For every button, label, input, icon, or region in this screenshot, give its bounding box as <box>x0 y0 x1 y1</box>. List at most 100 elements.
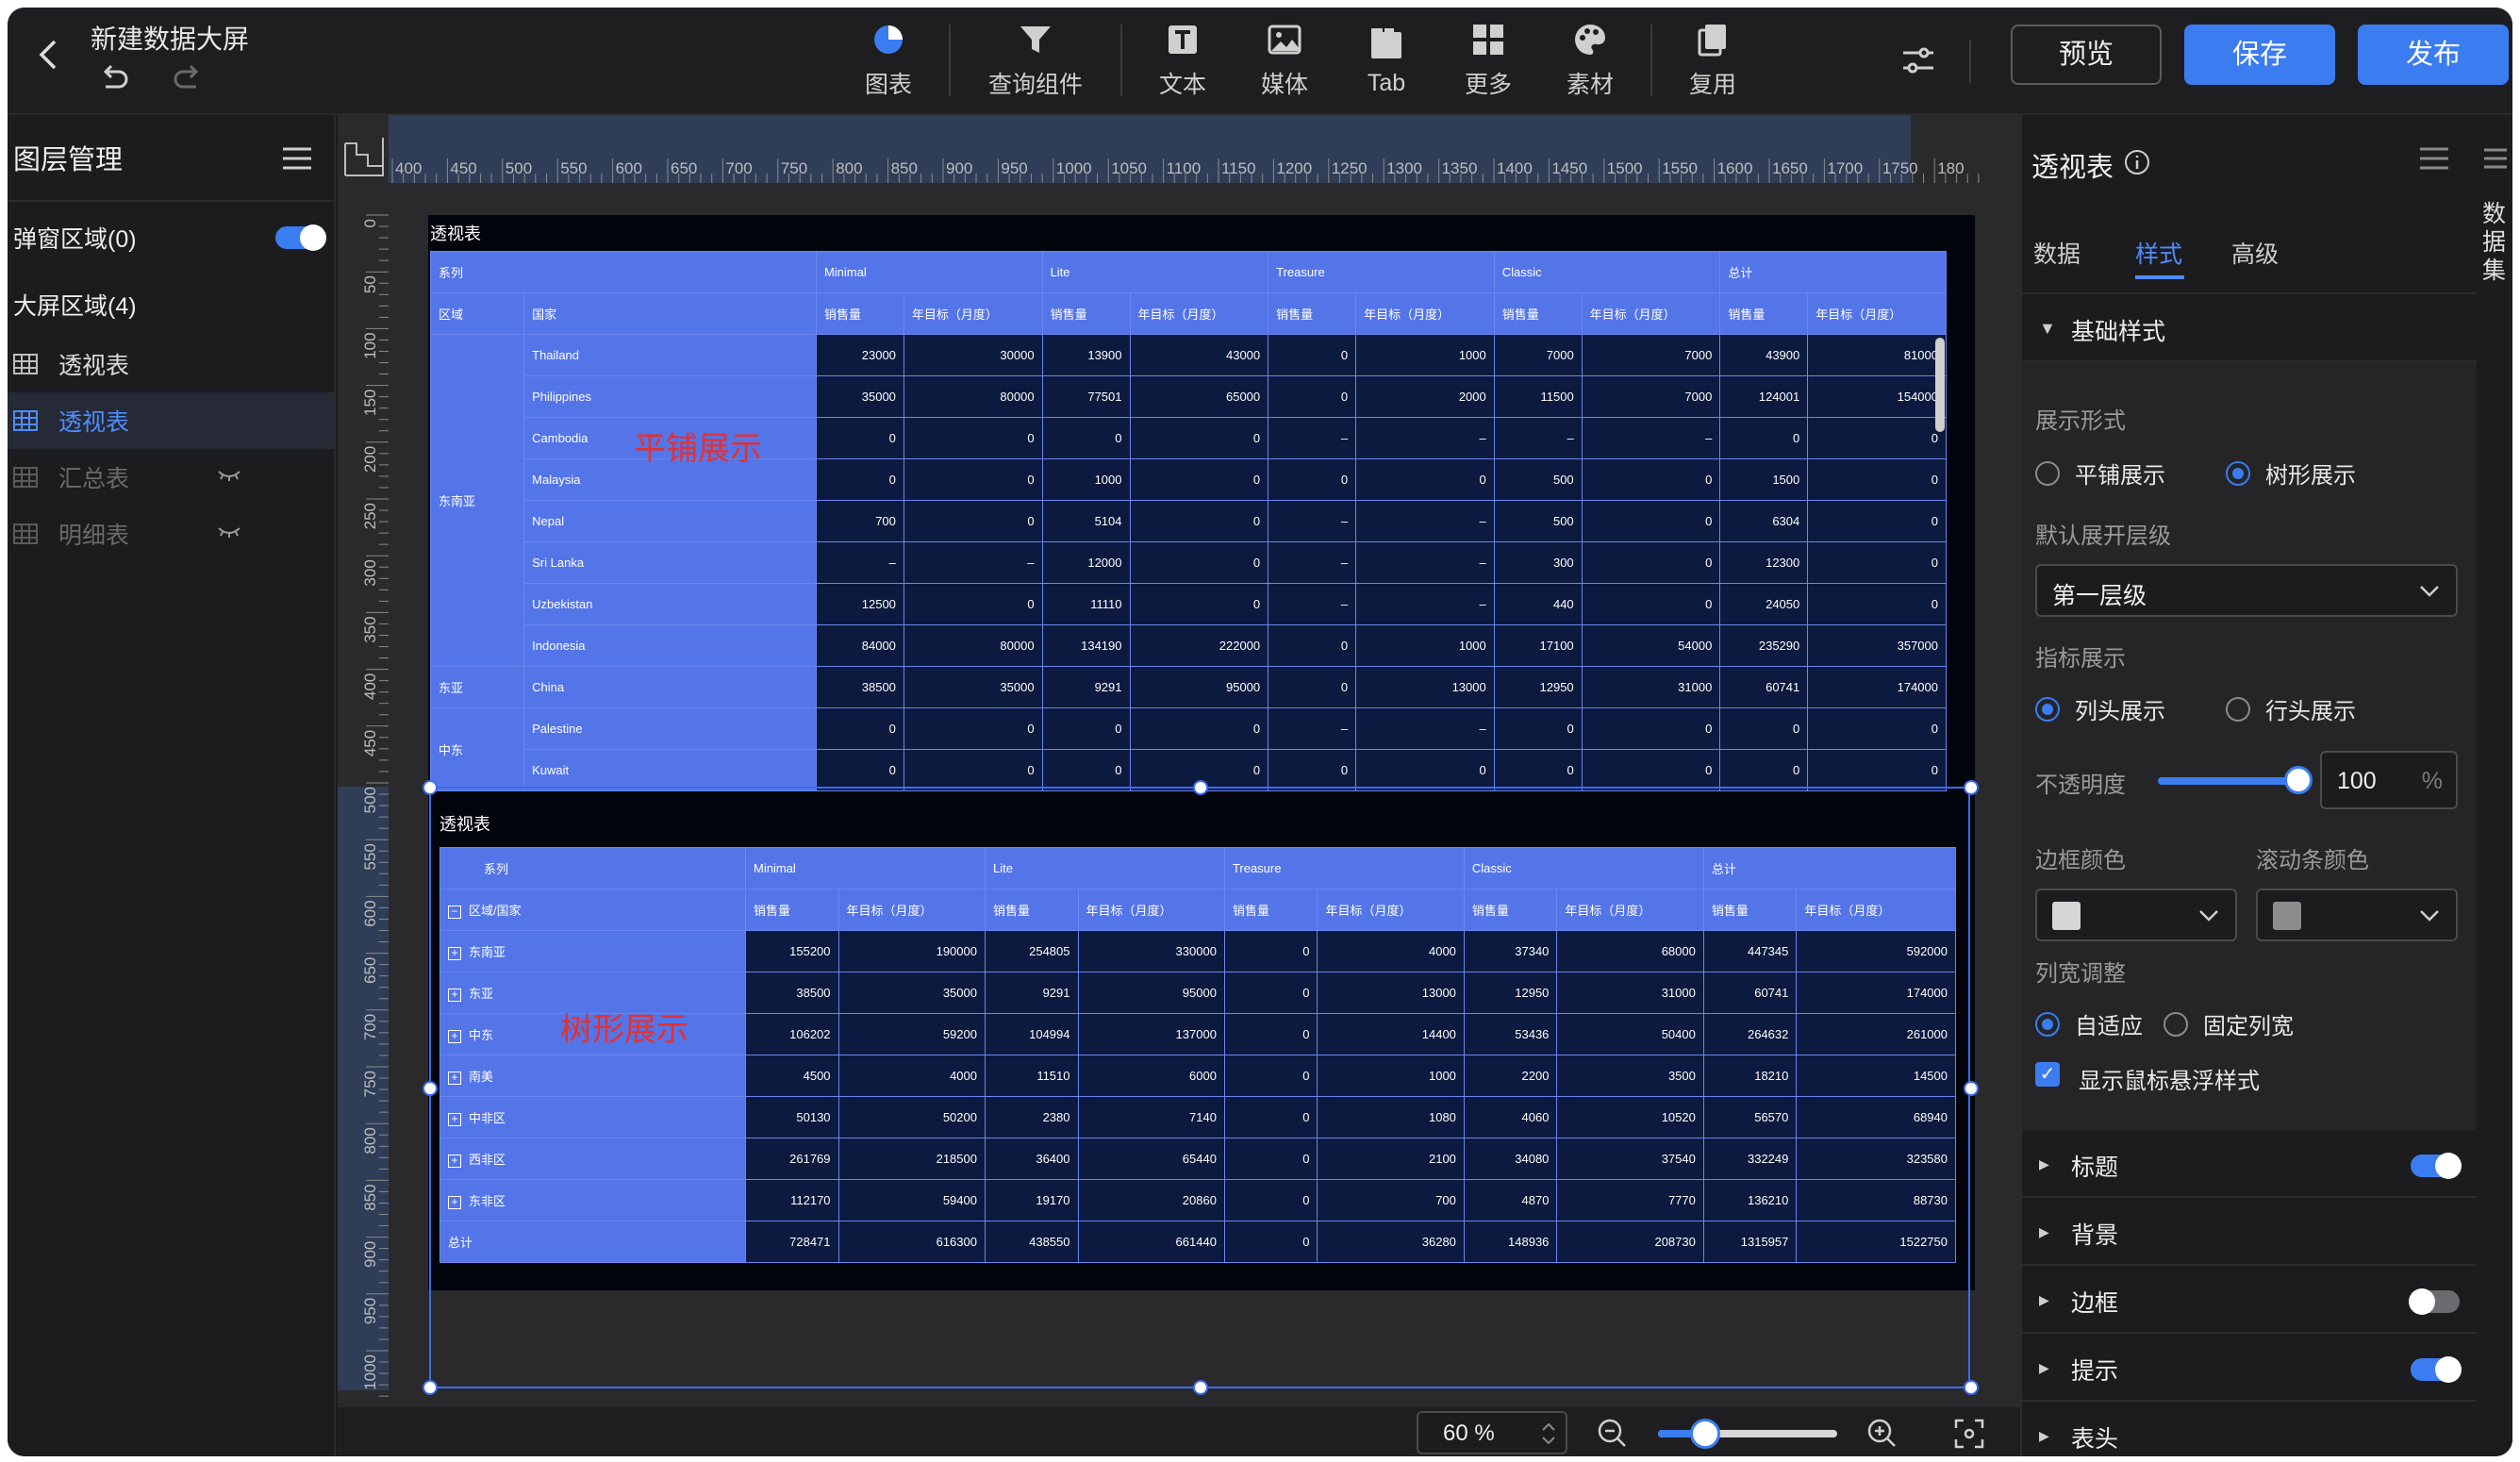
radio-label: 自适应 <box>2075 1014 2143 1039</box>
tab-style[interactable]: 样式 <box>2135 236 2182 270</box>
selection-box[interactable] <box>423 780 1979 1395</box>
fit-screen-icon[interactable] <box>1954 1419 1984 1449</box>
vertical-ruler: 0 50 100 150 200 250 300 350 400 450 500 550 600 650 7… <box>338 183 389 1456</box>
pivot-top-title: 透视表 <box>430 224 481 243</box>
settings-sliders-icon[interactable] <box>1899 42 1937 79</box>
hover-style-checkbox[interactable]: ✓ <box>2035 1062 2060 1087</box>
expand-level-select[interactable]: 第一层级 <box>2035 564 2458 617</box>
dataset-side-tab[interactable]: 数据集 <box>2477 115 2512 1456</box>
ruler-corner[interactable] <box>338 115 389 183</box>
publish-button[interactable]: 发布 <box>2358 25 2509 85</box>
tool-label: 文本 <box>1158 72 1206 98</box>
table-row[interactable]: 中东 Palestine 0 0 0 0– –0 0 0 0 <box>430 707 1947 791</box>
resize-handle-w[interactable] <box>423 1081 438 1096</box>
section-2[interactable]: ▶ 边框 <box>2022 1266 2477 1334</box>
value-cell: 0 <box>1807 583 1947 625</box>
popup-area-toggle[interactable] <box>275 224 326 251</box>
region-cell: 中东 <box>430 707 525 791</box>
tool-more[interactable]: 更多 <box>1437 13 1539 108</box>
resize-handle-sw[interactable] <box>423 1380 438 1395</box>
tool-reuse[interactable]: 复用 <box>1662 13 1764 108</box>
resize-handle-n[interactable] <box>1193 780 1208 795</box>
zoom-out-icon[interactable] <box>1596 1417 1628 1449</box>
radio-row-header[interactable]: 行头展示 <box>2226 692 2356 725</box>
expand-level-label: 默认展开层级 <box>2035 523 2171 549</box>
table-row[interactable]: Kuwait 0 0 0 0 0 0 0 0 0 0 <box>431 749 1947 791</box>
tool-tab[interactable]: Tab <box>1335 13 1437 108</box>
tab-data[interactable]: 数据 <box>2033 236 2081 270</box>
table-row[interactable]: Nepal 700 0 5104 0– –500 0 6304 0 <box>431 500 1947 542</box>
country-cell: Nepal <box>523 500 817 542</box>
tool-query[interactable]: 查询组件 <box>960 13 1111 108</box>
preview-button[interactable]: 预览 <box>2011 25 2162 85</box>
radio-dot <box>2164 1011 2188 1037</box>
redo-button[interactable] <box>172 62 204 103</box>
resize-handle-e[interactable] <box>1964 1081 1979 1096</box>
section-0[interactable]: ▶ 标题 <box>2022 1130 2477 1198</box>
zoom-input[interactable]: 60 % <box>1417 1411 1567 1454</box>
resize-handle-ne[interactable] <box>1964 780 1979 795</box>
section-basic-style[interactable]: ▼ 基础样式 <box>2022 294 2477 362</box>
opacity-input[interactable]: 100 % <box>2320 751 2458 809</box>
layer-item-summary[interactable]: 汇总表 <box>8 449 334 506</box>
value-cell: – <box>1355 417 1495 459</box>
tool-chart[interactable]: 图表 <box>837 13 939 108</box>
tool-media[interactable]: 媒体 <box>1234 13 1335 108</box>
value-cell: 0 <box>1041 749 1131 791</box>
radio-auto-width[interactable]: 自适应 <box>2035 1007 2143 1040</box>
eye-closed-icon[interactable] <box>217 468 241 483</box>
eye-closed-icon[interactable] <box>217 524 241 540</box>
table-row[interactable]: Uzbekistan 12500 0 11110 0– –440 0 24050 0 <box>431 583 1947 625</box>
section-1[interactable]: ▶ 背景 <box>2022 1198 2477 1266</box>
undo-button[interactable] <box>98 62 130 103</box>
layer-panel: 图层管理 弹窗区域(0) 大屏区域(4) 透视表 透视表 汇总表 明细表 <box>8 115 336 1456</box>
pivot-top-scrollbar[interactable] <box>1935 338 1945 432</box>
section-4[interactable]: ▶ 表头 <box>2022 1402 2477 1456</box>
country-cell: Philippines <box>523 375 817 418</box>
radio-tile-display[interactable]: 平铺展示 <box>2035 457 2165 490</box>
menu-icon[interactable] <box>281 145 313 172</box>
zoom-value: 60 % <box>1443 1420 1495 1446</box>
zoom-in-icon[interactable] <box>1865 1417 1898 1449</box>
document-title[interactable]: 新建数据大屏 <box>91 19 249 57</box>
resize-handle-s[interactable] <box>1193 1380 1208 1395</box>
section-toggle[interactable] <box>2411 1153 2462 1179</box>
value-cell: 0 <box>1581 583 1721 625</box>
tool-material[interactable]: 素材 <box>1539 13 1641 108</box>
scrollbar-color-picker[interactable] <box>2256 889 2458 941</box>
info-icon[interactable] <box>2124 149 2150 175</box>
stepper-arrows-icon[interactable] <box>1537 1417 1560 1451</box>
value-cell: 5104 <box>1041 500 1131 542</box>
text-icon <box>1169 25 1197 54</box>
table-row[interactable]: Philippines 35000 80000 77501 65000 0 2000 1150… <box>431 375 1947 418</box>
opacity-slider-track[interactable] <box>2158 777 2290 785</box>
layer-item-pivot-2[interactable]: 透视表 <box>8 392 334 449</box>
radio-tree-display[interactable]: 树形展示 <box>2226 457 2356 490</box>
table-row[interactable]: 东亚 China 38500 35000 9291 95000 0 13000 12950 310… <box>430 666 1947 708</box>
section-toggle[interactable] <box>2411 1356 2462 1383</box>
back-button[interactable] <box>25 36 74 85</box>
table-row[interactable]: Sri Lanka – –12000 0– –300 0 12300 0 <box>431 541 1947 584</box>
menu-icon[interactable] <box>2418 145 2450 172</box>
table-row[interactable]: 东南亚 Thailand 23000 30000 13900 43000 0 1000 7000… <box>430 334 1947 667</box>
layer-label: 透视表 <box>58 353 130 379</box>
radio-column-header[interactable]: 列头展示 <box>2035 692 2165 725</box>
pivot-top-viewport[interactable]: 系列 Minimal Lite Treasure Classic 总计 区域 国家 销售量 年目标… <box>430 251 1947 809</box>
horizontal-ruler-scale: 400 450 500 550 600 650 700 750 800 850 900 950 1000… <box>389 115 1980 183</box>
zoom-slider-knob[interactable] <box>1690 1419 1720 1449</box>
layer-item-pivot-1[interactable]: 透视表 <box>8 336 334 392</box>
tab-advanced[interactable]: 高级 <box>2231 236 2279 270</box>
opacity-slider-knob[interactable] <box>2284 766 2313 794</box>
table-row[interactable]: Indonesia 84000 80000 134190 222000 0 1000 1710… <box>431 624 1947 667</box>
section-toggle[interactable] <box>2409 1288 2460 1315</box>
resize-handle-nw[interactable] <box>423 780 438 795</box>
radio-fixed-width[interactable]: 固定列宽 <box>2164 1007 2294 1040</box>
section-3[interactable]: ▶ 提示 <box>2022 1334 2477 1402</box>
value-cell: 81000 <box>1807 334 1947 376</box>
popup-area-row[interactable]: 弹窗区域(0) <box>8 202 334 274</box>
resize-handle-se[interactable] <box>1964 1380 1979 1395</box>
border-color-picker[interactable] <box>2035 889 2237 941</box>
tool-text[interactable]: 文本 <box>1132 13 1234 108</box>
layer-item-detail[interactable]: 明细表 <box>8 506 334 562</box>
save-button[interactable]: 保存 <box>2184 25 2335 85</box>
